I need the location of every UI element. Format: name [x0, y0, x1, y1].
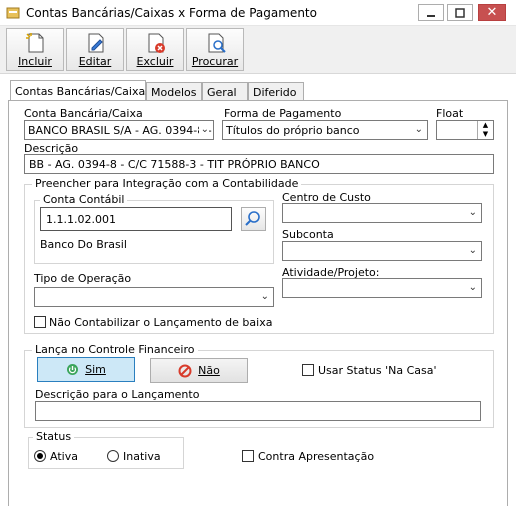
spin-up-icon[interactable]: ▲ [477, 121, 493, 130]
nao-label: Não [198, 364, 220, 377]
conta-contabil-title: Conta Contábil [40, 193, 128, 206]
new-document-icon [26, 33, 44, 53]
forma-combo[interactable]: Títulos do próprio banco ⌄ [222, 120, 428, 140]
tab-diferido[interactable]: Diferido [248, 82, 304, 101]
tab-geral[interactable]: Geral [202, 82, 248, 101]
inativa-radio[interactable] [107, 450, 119, 462]
usar-status-label: Usar Status 'Na Casa' [318, 364, 437, 377]
inativa-label: Inativa [123, 450, 161, 463]
sim-button[interactable]: Sim [37, 357, 135, 382]
conta-contabil-input[interactable]: 1.1.1.02.001 [40, 207, 232, 231]
title-bar: Contas Bancárias/Caixas x Forma de Pagam… [0, 0, 516, 26]
conta-value: BANCO BRASIL S/A - AG. 0394-8 - [28, 124, 212, 137]
float-label: Float [436, 107, 464, 120]
minimize-button[interactable] [418, 4, 444, 21]
window-title: Contas Bancárias/Caixas x Forma de Pagam… [26, 6, 317, 20]
chevron-down-icon: ⌄ [468, 245, 477, 256]
close-icon: ✕ [486, 5, 498, 20]
integracao-title: Preencher para Integração com a Contabil… [32, 177, 302, 190]
chevron-down-icon: ⌄ [468, 282, 477, 293]
tipo-combo[interactable]: ⌄ [34, 287, 274, 307]
procurar-label: Procurar [191, 55, 239, 68]
conta-contabil-search-button[interactable] [241, 207, 266, 231]
maximize-icon [455, 7, 465, 18]
chevron-down-icon: ⌄ [198, 124, 209, 135]
tab-modelos[interactable]: Modelos [146, 82, 202, 101]
forma-value: Títulos do próprio banco [226, 124, 360, 137]
forma-label: Forma de Pagamento [224, 107, 342, 120]
editar-button[interactable]: Editar [66, 28, 124, 71]
chevron-down-icon: ⌄ [260, 291, 269, 302]
procurar-button[interactable]: Procurar [186, 28, 244, 71]
sim-label: Sim [85, 363, 106, 376]
ativa-label: Ativa [50, 450, 78, 463]
editar-label: Editar [78, 55, 112, 68]
atividade-combo[interactable]: ⌄ [282, 278, 482, 298]
close-button[interactable]: ✕ [478, 4, 506, 21]
descricao-lancamento-label: Descrição para o Lançamento [35, 388, 200, 401]
search-icon [245, 211, 260, 226]
incluir-label: Incluir [18, 55, 52, 68]
conta-combo[interactable]: BANCO BRASIL S/A - AG. 0394-8 - ⌄ [24, 120, 214, 140]
contra-apresentacao-label: Contra Apresentação [258, 450, 375, 463]
descricao-lancamento-input[interactable] [35, 401, 481, 421]
usar-status-checkbox[interactable] [302, 364, 314, 376]
tab-contas[interactable]: Contas Bancárias/Caixas [10, 80, 151, 101]
delete-document-icon [148, 33, 165, 53]
toolbar: Incluir Editar Excluir Procurar [0, 26, 516, 74]
descricao-input[interactable]: BB - AG. 0394-8 - C/C 71588-3 - TIT PRÓP… [24, 154, 494, 174]
centro-combo[interactable]: ⌄ [282, 203, 482, 223]
app-icon [6, 7, 20, 19]
status-title: Status [33, 430, 75, 443]
chevron-down-icon: ⌄ [414, 124, 423, 135]
conta-contabil-desc: Banco Do Brasil [40, 238, 127, 251]
ativa-radio[interactable] [34, 450, 46, 462]
edit-document-icon [88, 33, 104, 53]
block-icon [178, 364, 192, 377]
excluir-button[interactable]: Excluir [126, 28, 184, 71]
minimize-icon [427, 14, 435, 17]
search-document-icon [208, 33, 226, 53]
conta-label: Conta Bancária/Caixa [24, 107, 143, 120]
incluir-button[interactable]: Incluir [6, 28, 64, 71]
power-icon [67, 364, 79, 375]
excluir-label: Excluir [136, 55, 174, 68]
nao-contabilizar-label: Não Contabilizar o Lançamento de baixa [49, 316, 273, 329]
maximize-button[interactable] [447, 4, 473, 21]
nao-contabilizar-checkbox[interactable] [34, 316, 46, 328]
contra-apresentacao-checkbox[interactable] [242, 450, 254, 462]
chevron-down-icon: ⌄ [468, 207, 477, 218]
financeiro-title: Lança no Controle Financeiro [32, 343, 198, 356]
float-spinner[interactable]: ▲ ▼ [436, 120, 494, 140]
subconta-combo[interactable]: ⌄ [282, 241, 482, 261]
subconta-label: Subconta [282, 228, 334, 241]
tipo-label: Tipo de Operação [34, 272, 132, 285]
spin-down-icon[interactable]: ▼ [477, 130, 493, 139]
nao-button[interactable]: Não [150, 358, 248, 383]
